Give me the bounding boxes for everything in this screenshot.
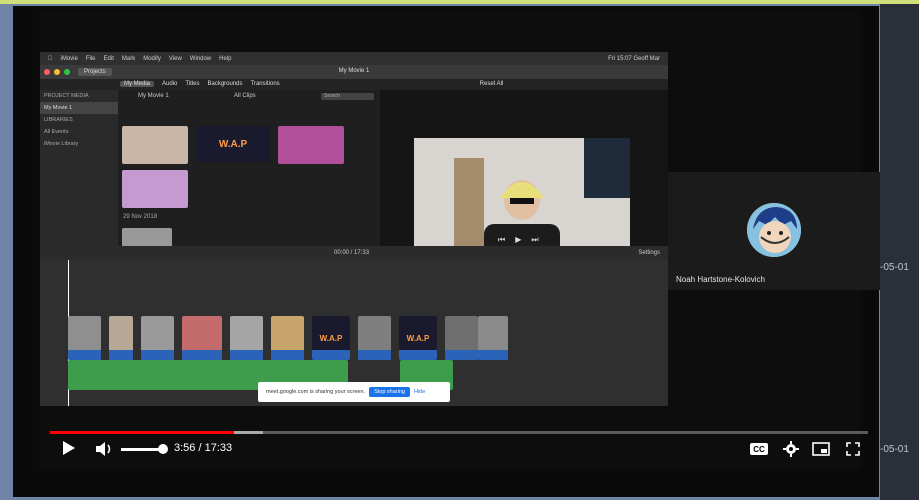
timecode: 00:00 / 17:33 bbox=[334, 250, 370, 256]
volume-slider[interactable] bbox=[121, 448, 161, 451]
media-tabs: My Media Audio Titles Backgrounds Transi… bbox=[120, 79, 503, 89]
progress-bar[interactable] bbox=[50, 431, 868, 434]
timeline-clip-title: W.A.P bbox=[312, 316, 350, 360]
timeline-clip bbox=[358, 316, 391, 360]
viewer-play-icon: ▶ bbox=[515, 235, 522, 244]
timeline-clip bbox=[182, 316, 222, 360]
media-thumb bbox=[278, 126, 344, 164]
volume-icon bbox=[96, 442, 111, 456]
hide-button: Hide bbox=[413, 389, 426, 395]
fullscreen-button[interactable] bbox=[846, 442, 860, 461]
mac-menubar:  iMovie File Edit Mark Modify View Wind… bbox=[40, 52, 668, 65]
page-background-right bbox=[880, 4, 919, 500]
sidebar-item-all-events: All Events bbox=[44, 129, 69, 135]
cc-label: CC bbox=[753, 444, 765, 454]
avatar bbox=[747, 203, 801, 257]
current-time: 3:56 bbox=[174, 442, 196, 454]
cc-icon: CC bbox=[750, 443, 768, 455]
window-title: My Movie 1 bbox=[338, 68, 370, 74]
play-icon bbox=[63, 441, 75, 455]
clip-filter: All Clips bbox=[234, 93, 256, 99]
menu-view: View bbox=[164, 55, 182, 62]
volume-handle[interactable] bbox=[158, 444, 168, 454]
anime-avatar-icon bbox=[747, 203, 801, 257]
timeline-clip bbox=[478, 316, 508, 360]
volume-button[interactable] bbox=[95, 441, 115, 462]
settings-button[interactable] bbox=[783, 441, 799, 462]
timeline-header: 00:00 / 17:33 Settings bbox=[40, 246, 668, 260]
captions-button[interactable]: CC bbox=[750, 443, 768, 455]
menu-file: File bbox=[81, 55, 96, 62]
gear-icon bbox=[783, 441, 799, 457]
sidebar-item-project: My Movie 1 bbox=[40, 102, 118, 114]
timeline-clip bbox=[68, 316, 101, 360]
shared-screen:  iMovie File Edit Mark Modify View Wind… bbox=[40, 52, 668, 406]
imovie-sidebar: PROJECT MEDIA My Movie 1 LIBRARIES All E… bbox=[40, 90, 118, 248]
timeline-clip bbox=[109, 316, 133, 360]
sidebar-item-library: iMovie Library bbox=[44, 141, 79, 147]
participant-name: Noah Hartstone-Kolovich bbox=[676, 275, 765, 284]
skip-back-icon: ⏮ bbox=[498, 235, 506, 244]
menu-edit: Edit bbox=[99, 55, 114, 62]
media-browser: My Movie 1 All Clips Search W.A.P 29 Nov… bbox=[118, 90, 380, 248]
top-accent-line bbox=[0, 0, 919, 4]
viewer-playback: ⏮ ▶ ⏭ bbox=[498, 235, 539, 245]
skip-forward-icon: ⏭ bbox=[531, 235, 539, 244]
timeline-clip-title: W.A.P bbox=[399, 316, 437, 360]
screen-share-banner: meet.google.com is sharing your screen. … bbox=[258, 382, 450, 402]
media-search-field: Search bbox=[320, 92, 374, 100]
imovie-toolbar: Projects My Movie 1 bbox=[40, 65, 668, 79]
media-thumb bbox=[122, 126, 188, 164]
timeline-settings: Settings bbox=[638, 250, 660, 256]
timeline-clip bbox=[141, 316, 174, 360]
menubar-status: Fri 15:07 Geoff Mar bbox=[608, 55, 660, 62]
share-message: meet.google.com is sharing your screen. bbox=[266, 389, 366, 395]
participant-tile: Noah Hartstone-Kolovich bbox=[668, 172, 880, 290]
media-thumb-title: W.A.P bbox=[196, 126, 270, 162]
played-bar bbox=[50, 431, 234, 434]
side-date-2: -05-01 bbox=[880, 444, 909, 455]
sidebar-heading-libraries: LIBRARIES bbox=[44, 117, 73, 123]
apple-icon:  bbox=[48, 56, 53, 62]
tab-transitions: Transitions bbox=[250, 81, 280, 87]
tab-audio: Audio bbox=[162, 81, 178, 87]
time-separator: / bbox=[195, 442, 205, 454]
preview-viewer: ⏮ ▶ ⏭ bbox=[380, 90, 668, 260]
miniplayer-button[interactable] bbox=[812, 442, 830, 461]
menu-window: Window bbox=[185, 55, 211, 62]
media-thumb bbox=[122, 228, 172, 248]
stop-sharing-button: Stop sharing bbox=[369, 387, 410, 397]
tab-backgrounds: Backgrounds bbox=[207, 81, 243, 87]
media-title: My Movie 1 bbox=[138, 93, 169, 99]
tab-my-media: My Media bbox=[120, 81, 155, 87]
media-thumb bbox=[122, 170, 188, 208]
side-date-1: -05-01 bbox=[880, 262, 909, 273]
media-browser-header: My Movie 1 All Clips Search bbox=[118, 90, 380, 102]
play-button[interactable] bbox=[62, 440, 76, 461]
miniplayer-icon bbox=[812, 442, 830, 456]
tab-titles: Titles bbox=[185, 81, 200, 87]
menu-modify: Modify bbox=[138, 55, 161, 62]
fullscreen-icon bbox=[846, 442, 860, 456]
timeline-clip bbox=[230, 316, 263, 360]
time-display: 3:56 / 17:33 bbox=[174, 442, 232, 454]
duration: 17:33 bbox=[204, 442, 233, 454]
date-group-label: 29 Nov 2018 bbox=[123, 214, 158, 220]
menu-help: Help bbox=[214, 55, 231, 62]
menu-imovie: iMovie bbox=[56, 55, 78, 62]
timeline-clip bbox=[445, 316, 478, 360]
reset-all: Reset All bbox=[479, 81, 504, 87]
sidebar-heading-project-media: PROJECT MEDIA bbox=[44, 93, 89, 99]
menu-mark: Mark bbox=[117, 55, 135, 62]
timeline-clip bbox=[271, 316, 304, 360]
